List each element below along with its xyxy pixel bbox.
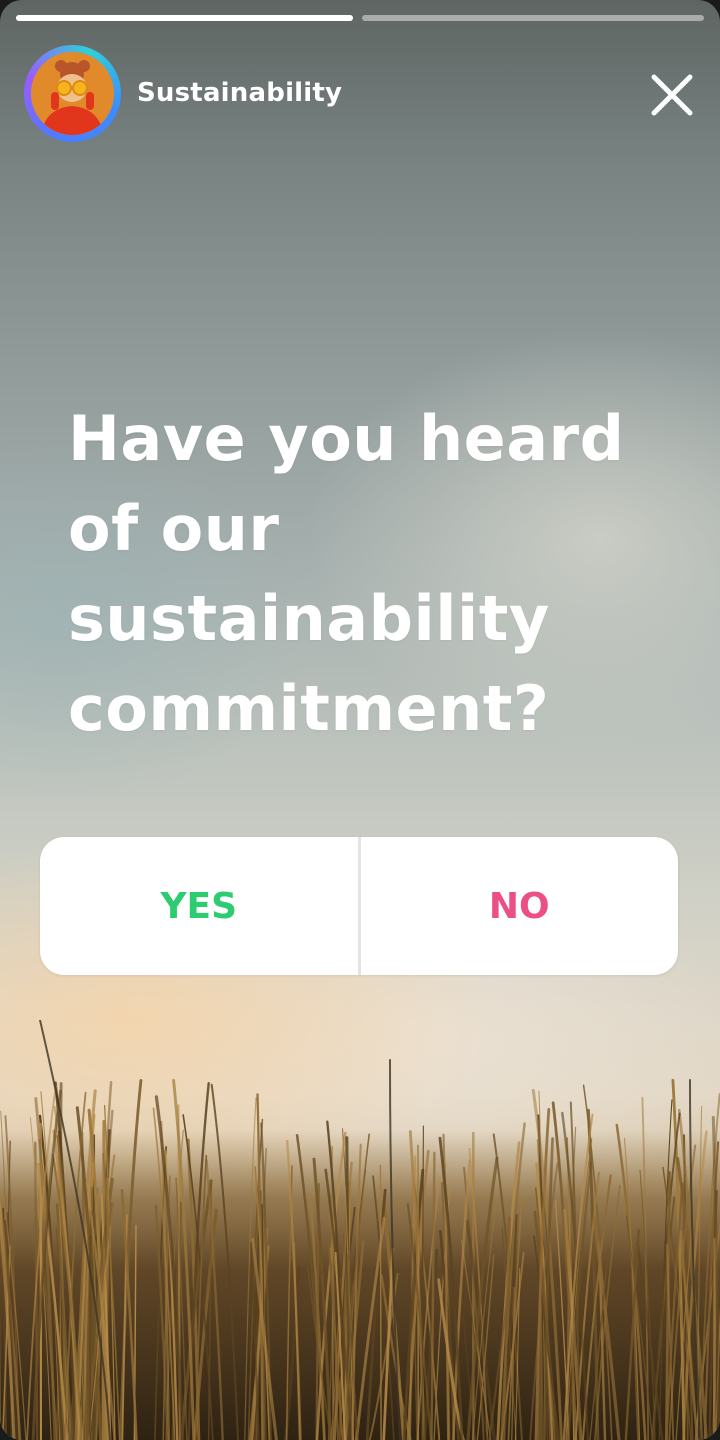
story-progress-segment-2 <box>362 15 704 21</box>
question-line: sustainability <box>68 582 550 655</box>
poll-question: Have you heard of our sustainability com… <box>68 394 668 754</box>
progress-fill <box>16 15 353 21</box>
question-line: commitment? <box>68 672 550 745</box>
poll-sticker: YES NO <box>40 837 678 975</box>
question-line: of our <box>68 492 280 565</box>
profile-avatar-ring[interactable] <box>24 45 121 142</box>
story-progress-segment-1 <box>16 15 353 21</box>
story-view: Sustainability Have you heard of our sus… <box>0 0 720 1440</box>
account-name[interactable]: Sustainability <box>137 78 342 108</box>
poll-option-yes[interactable]: YES <box>40 837 358 975</box>
avatar <box>31 52 114 135</box>
close-button[interactable] <box>644 67 700 123</box>
close-icon <box>651 74 693 116</box>
avatar-portrait-icon <box>31 52 114 135</box>
poll-option-no[interactable]: NO <box>361 837 679 975</box>
grass-background <box>0 1020 720 1440</box>
question-line: Have you heard <box>68 402 625 475</box>
